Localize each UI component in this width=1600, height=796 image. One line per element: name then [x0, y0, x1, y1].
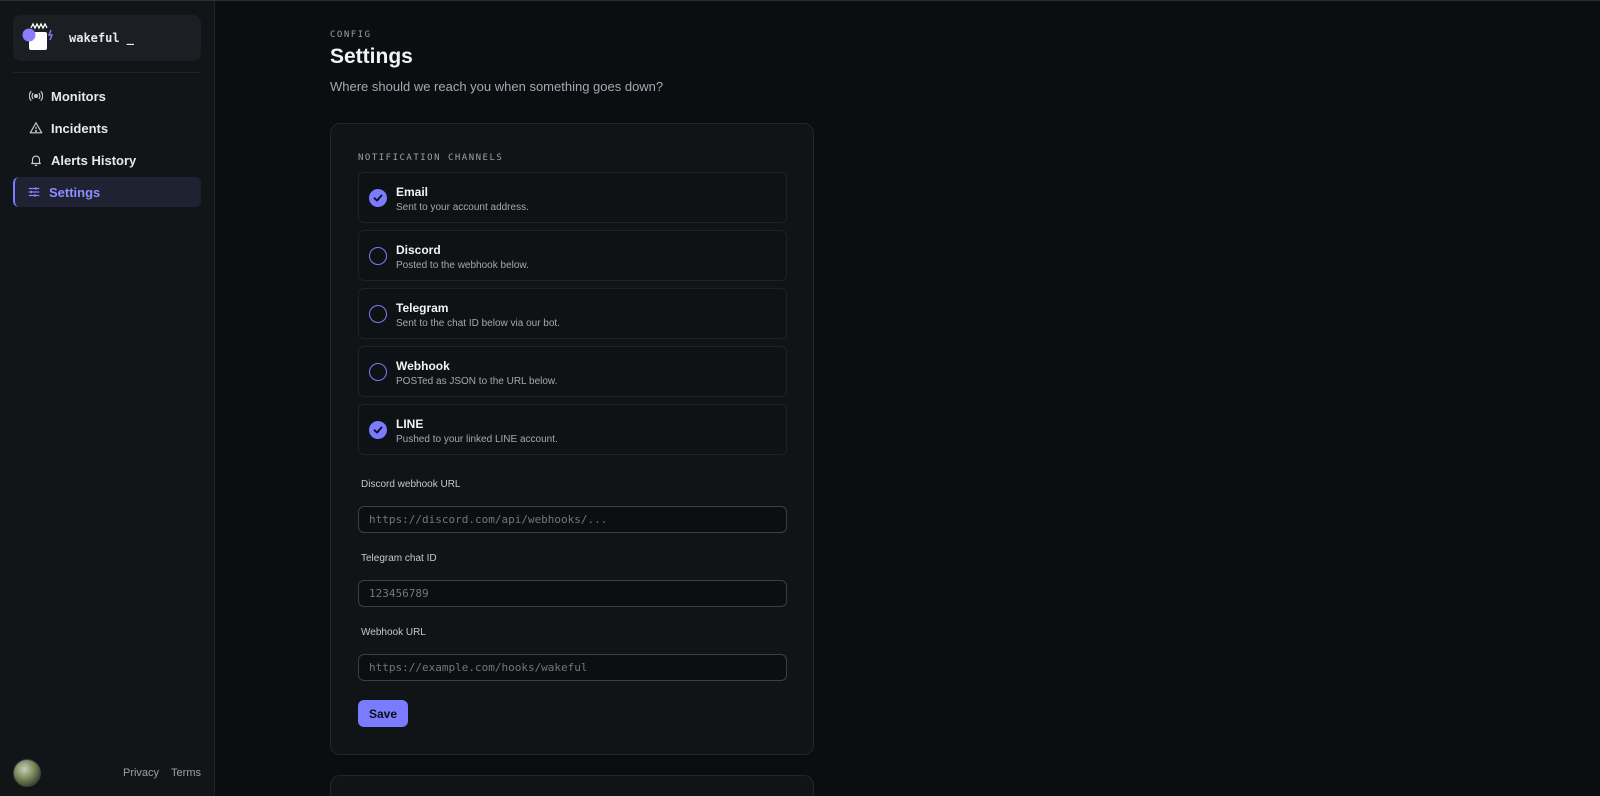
- secondary-card: [330, 775, 814, 796]
- discord-webhook-input[interactable]: [358, 506, 787, 533]
- terms-link[interactable]: Terms: [171, 767, 201, 779]
- save-button[interactable]: Save: [358, 700, 408, 727]
- discord-webhook-label: Discord webhook URL: [361, 479, 461, 490]
- warning-triangle-icon: [29, 122, 43, 134]
- sidebar-item-label: Monitors: [51, 88, 106, 104]
- footer-links: Privacy Terms: [123, 767, 201, 779]
- channel-name: LINE: [396, 417, 424, 431]
- channel-description: POSTed as JSON to the URL below.: [396, 376, 558, 387]
- section-label: NOTIFICATION CHANNELS: [358, 153, 504, 163]
- channel-name: Discord: [396, 243, 441, 257]
- sidebar-divider: [13, 72, 201, 73]
- sidebar-item-settings[interactable]: Settings: [13, 177, 201, 207]
- sidebar: wakeful _ Monitors Incidents Alerts Hist…: [0, 1, 215, 796]
- channel-name: Webhook: [396, 359, 450, 373]
- checkmark-icon: [373, 194, 383, 202]
- channel-webhook[interactable]: Webhook POSTed as JSON to the URL below.: [358, 346, 787, 397]
- page-eyebrow: CONFIG: [330, 30, 372, 40]
- webhook-url-label: Webhook URL: [361, 627, 426, 638]
- broadcast-icon: [29, 90, 43, 102]
- sidebar-item-monitors[interactable]: Monitors: [13, 81, 201, 111]
- checkbox-telegram[interactable]: [369, 305, 387, 323]
- telegram-chat-id-label: Telegram chat ID: [361, 553, 437, 564]
- sidebar-item-alerts-history[interactable]: Alerts History: [13, 145, 201, 175]
- checkbox-line[interactable]: [369, 421, 387, 439]
- channel-name: Telegram: [396, 301, 449, 315]
- brand-name: wakeful _: [69, 31, 135, 45]
- page-title: Settings: [330, 45, 413, 68]
- checkbox-webhook[interactable]: [369, 363, 387, 381]
- channel-line[interactable]: LINE Pushed to your linked LINE account.: [358, 404, 787, 455]
- channel-discord[interactable]: Discord Posted to the webhook below.: [358, 230, 787, 281]
- page-subtitle: Where should we reach you when something…: [330, 79, 664, 94]
- channel-description: Posted to the webhook below.: [396, 260, 529, 271]
- channel-description: Sent to your account address.: [396, 202, 529, 213]
- channel-description: Sent to the chat ID below via our bot.: [396, 318, 560, 329]
- channel-description: Pushed to your linked LINE account.: [396, 434, 558, 445]
- notification-settings-card: NOTIFICATION CHANNELS Email Sent to your…: [330, 123, 814, 755]
- sidebar-item-label: Settings: [49, 184, 101, 200]
- brand[interactable]: wakeful _: [13, 15, 201, 61]
- channel-name: Email: [396, 185, 429, 199]
- checkbox-discord[interactable]: [369, 247, 387, 265]
- telegram-chat-id-input[interactable]: [358, 580, 787, 607]
- sidebar-item-label: Incidents: [51, 120, 109, 136]
- channel-list: Email Sent to your account address. Disc…: [358, 172, 787, 462]
- channel-email[interactable]: Email Sent to your account address.: [358, 172, 787, 223]
- channel-telegram[interactable]: Telegram Sent to the chat ID below via o…: [358, 288, 787, 339]
- sidebar-item-incidents[interactable]: Incidents: [13, 113, 201, 143]
- sliders-icon: [28, 187, 40, 197]
- sidebar-nav: Monitors Incidents Alerts History Settin…: [13, 81, 201, 209]
- checkmark-icon: [373, 426, 383, 434]
- bell-icon: [31, 155, 41, 167]
- wakeful-logo-icon: [22, 22, 54, 50]
- sidebar-footer: Privacy Terms: [13, 759, 201, 787]
- privacy-link[interactable]: Privacy: [123, 767, 159, 779]
- sidebar-item-label: Alerts History: [51, 152, 137, 168]
- avatar[interactable]: [13, 759, 41, 787]
- webhook-url-input[interactable]: [358, 654, 787, 681]
- checkbox-email[interactable]: [369, 189, 387, 207]
